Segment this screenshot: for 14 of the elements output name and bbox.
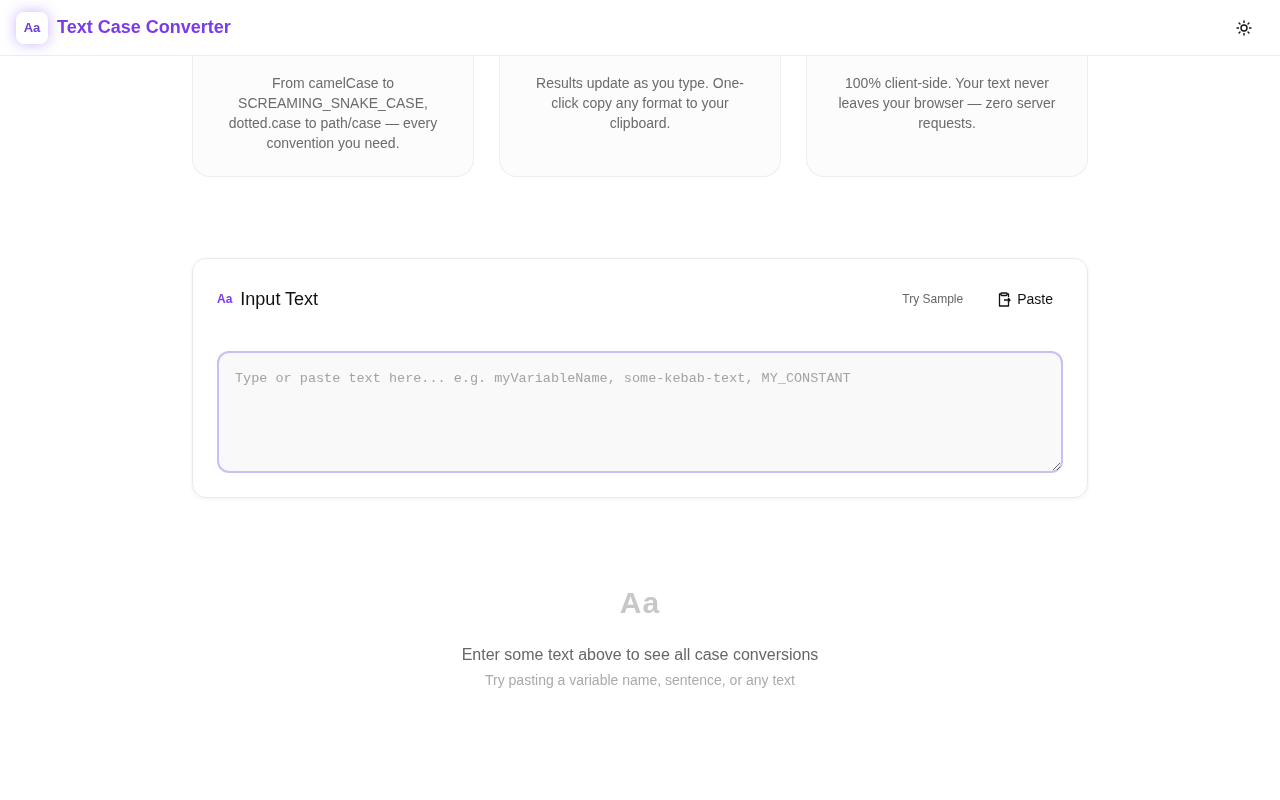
empty-hint: Try pasting a variable name, sentence, or any text bbox=[485, 672, 795, 688]
app-title: Text Case Converter bbox=[57, 17, 231, 38]
feature-description: Results update as you type. One-click copy any format to your clipboard. bbox=[535, 74, 745, 133]
feature-description: From camelCase to SCREAMING_SNAKE_CASE, dotted.case to path/case — every convention you need. bbox=[227, 74, 439, 153]
sun-icon bbox=[1236, 19, 1252, 36]
card-title: Input Text bbox=[240, 288, 319, 310]
paste-button[interactable]: Paste bbox=[987, 285, 1063, 313]
app-logo: Aa bbox=[16, 11, 48, 44]
feature-description: 100% client-side. Your text never leaves your browser — zero server requests. bbox=[837, 74, 1057, 133]
case-icon: Aa bbox=[217, 292, 233, 306]
empty-message: Enter some text above to see all case conversions bbox=[461, 646, 819, 664]
clipboard-icon bbox=[997, 291, 1012, 307]
try-sample-button[interactable]: Try Sample bbox=[894, 286, 972, 312]
input-field[interactable]: Type or paste text here... e.g. myVariableName, some-kebab-text, MY_CONSTANT bbox=[217, 351, 1063, 473]
